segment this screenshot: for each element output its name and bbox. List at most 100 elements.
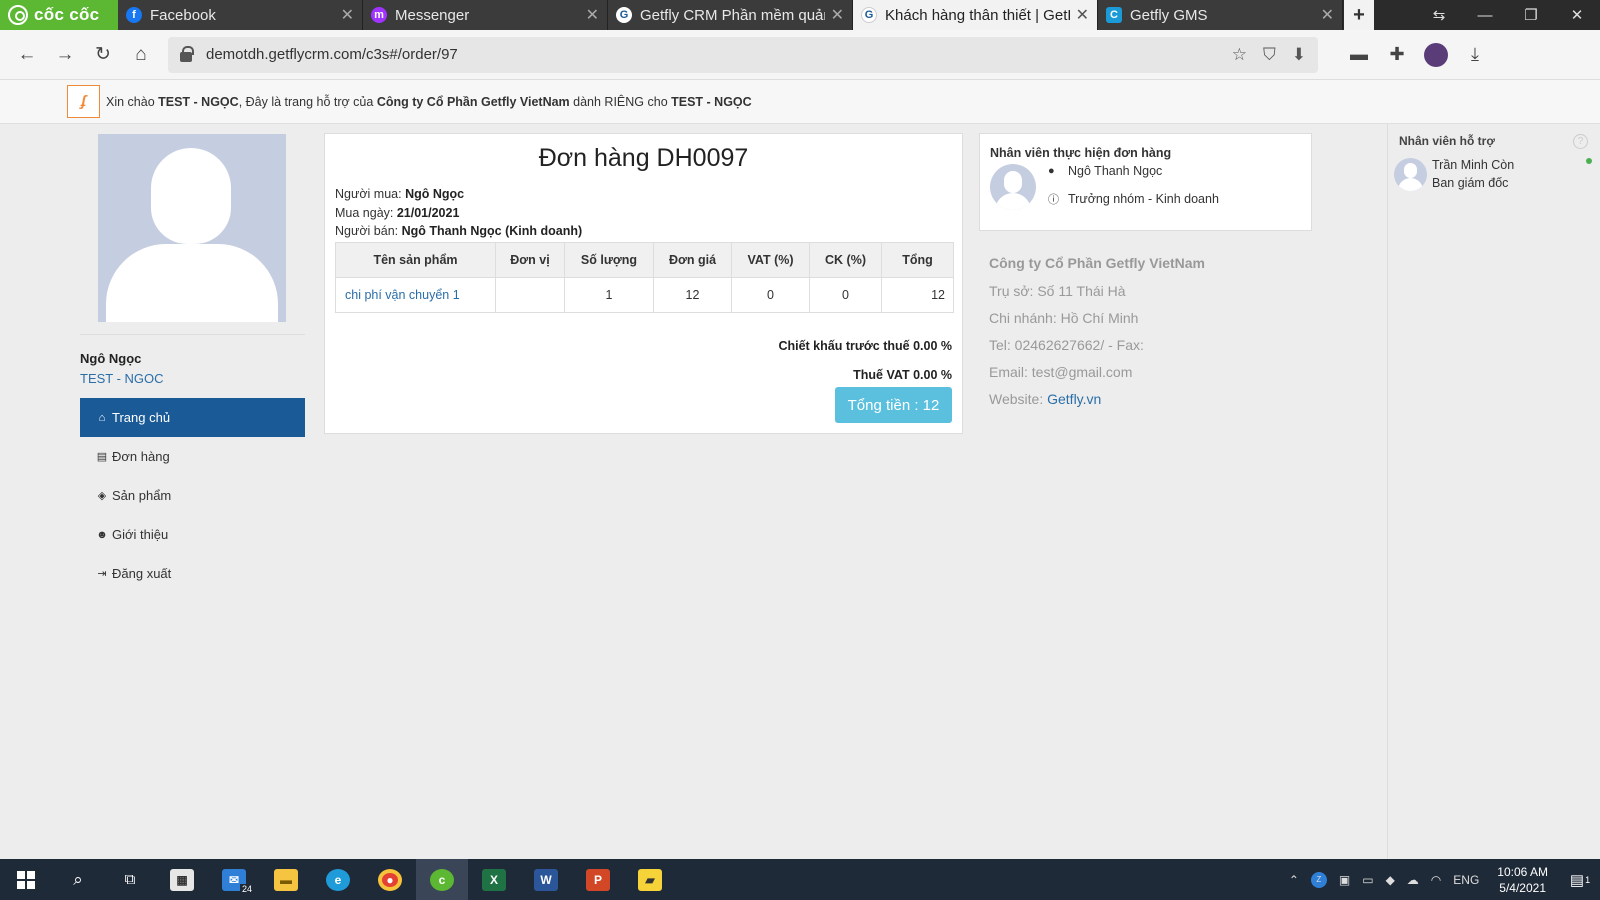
coccoc-logo-icon <box>8 5 28 25</box>
getfly-logo-icon: ʄ <box>67 85 100 118</box>
col-quantity: Số lượng <box>564 241 654 278</box>
close-icon[interactable]: ✕ <box>1076 5 1089 25</box>
chevron-up-icon[interactable]: ⌃ <box>1289 873 1299 887</box>
mail-icon[interactable]: ✉ 24 <box>208 859 260 900</box>
coccoc-taskbar-icon[interactable]: c <box>416 859 468 900</box>
tab-messenger[interactable]: m Messenger ✕ <box>363 0 608 30</box>
order-meta: Người mua: Ngô Ngọc Mua ngày: 21/01/2021… <box>335 185 952 241</box>
company-tel: Tel: 02462627662/ - Fax: <box>989 337 1144 353</box>
sticky-notes-icon[interactable]: ▰ <box>624 859 676 900</box>
order-items-table: Tên sản phẩm Đơn vị Số lượng Đơn giá VAT… <box>335 241 954 313</box>
tab-facebook[interactable]: f Facebook ✕ <box>118 0 363 30</box>
home-icon[interactable]: ⌂ <box>122 36 160 74</box>
back-icon[interactable]: ← <box>8 36 46 74</box>
staff-avatar <box>990 164 1036 210</box>
windows-taskbar: ⌕ ⧉ ▦ ✉ 24 ▬ e ● c X W P ▰ ⌃ Z ▣ ▭ ◆ ☁ ◠ … <box>0 859 1600 900</box>
vat-summary: Thuế VAT 0.00 % <box>853 367 952 382</box>
tab-getfly-gms[interactable]: C Getfly GMS ✕ <box>1098 0 1343 30</box>
word-icon[interactable]: W <box>520 859 572 900</box>
browser-tab-bar: cốc cốc f Facebook ✕ m Messenger ✕ G Get… <box>0 0 1600 30</box>
close-icon[interactable]: ✕ <box>341 5 354 25</box>
screen-icon[interactable]: ▬ <box>1340 44 1378 65</box>
support-contact[interactable]: Trần Minh Còn Ban giám đốc <box>1432 156 1514 192</box>
new-tab-button[interactable]: + <box>1344 0 1374 30</box>
download-page-icon[interactable]: ⬇ <box>1292 45 1306 65</box>
support-title: Nhân viên hỗ trợ <box>1399 134 1495 148</box>
website-link[interactable]: Getfly.vn <box>1047 391 1101 407</box>
meet-icon[interactable]: ▣ <box>1339 873 1350 887</box>
company-hq: Trụ sở: Số 11 Thái Hà <box>989 283 1126 299</box>
start-button[interactable] <box>0 859 52 900</box>
powerpoint-icon[interactable]: P <box>572 859 624 900</box>
store-icon[interactable]: ▦ <box>156 859 208 900</box>
coccoc-menu-button[interactable]: cốc cốc <box>0 0 118 30</box>
task-view-icon[interactable]: ⧉ <box>104 859 156 900</box>
discount-summary: Chiết khấu trước thuế 0.00 % <box>778 338 952 353</box>
file-explorer-icon[interactable]: ▬ <box>260 859 312 900</box>
reload-icon[interactable]: ↻ <box>84 36 122 74</box>
cell-discount: 0 <box>809 276 882 313</box>
home-icon: ⌂ <box>98 411 106 424</box>
total-amount-button[interactable]: Tổng tiền : 12 <box>835 387 952 423</box>
staff-panel-title: Nhân viên thực hiện đơn hàng <box>990 146 1172 160</box>
tab-khach-hang[interactable]: G Khách hàng thân thiết | GetFl ✕ <box>853 0 1098 30</box>
url-text: demotdh.getflycrm.com/c3s#/order/97 <box>206 46 458 63</box>
restore-icon[interactable]: ❐ <box>1508 0 1554 30</box>
info-icon: ⓘ <box>1048 194 1059 206</box>
col-discount: CK (%) <box>809 241 882 278</box>
system-tray: ⌃ Z ▣ ▭ ◆ ☁ ◠ ENG 10:06 AM 5/4/2021 ▤ 1 <box>1283 864 1600 896</box>
sidebar-item-logout[interactable]: ⇥ Đăng xuất <box>80 554 305 593</box>
support-avatar[interactable] <box>1394 158 1427 191</box>
chrome-icon[interactable]: ● <box>364 859 416 900</box>
sidebar-item-about[interactable]: ☻ Giới thiệu <box>80 515 305 554</box>
order-panel: Đơn hàng DH0097 Người mua: Ngô Ngọc Mua … <box>324 133 963 434</box>
sidebar-item-orders[interactable]: ▤ Đơn hàng <box>80 437 305 476</box>
wifi-icon[interactable]: ◠ <box>1431 873 1441 887</box>
close-icon[interactable]: ✕ <box>831 5 844 25</box>
notification-center-icon[interactable]: ▤ 1 <box>1560 871 1600 889</box>
product-name-link[interactable]: chi phí vận chuyển 1 <box>335 276 496 313</box>
extensions-icon[interactable]: ✚ <box>1378 44 1416 65</box>
col-total: Tổng <box>881 241 954 278</box>
sidebar-item-products[interactable]: ◈ Sản phẩm <box>80 476 305 515</box>
forward-icon[interactable]: → <box>46 36 84 74</box>
company-branch: Chi nhánh: Hồ Chí Minh <box>989 310 1139 326</box>
battery-icon[interactable]: ▭ <box>1362 873 1373 887</box>
profile-code: TEST - NGOC <box>80 371 164 386</box>
company-website: Website: Getfly.vn <box>989 391 1102 407</box>
tab-getfly-crm[interactable]: G Getfly CRM Phần mềm quản ✕ <box>608 0 853 30</box>
address-bar[interactable]: demotdh.getflycrm.com/c3s#/order/97 ☆ ⛉ … <box>168 36 1318 73</box>
tab-search-icon[interactable]: ⇆ <box>1416 0 1462 30</box>
close-icon[interactable]: ✕ <box>1321 5 1334 25</box>
bookmark-star-icon[interactable]: ☆ <box>1232 45 1247 65</box>
sign-out-icon: ⇥ <box>97 568 107 580</box>
sidebar-item-home[interactable]: ⌂ Trang chủ <box>80 398 305 437</box>
getfly-icon: G <box>861 7 877 23</box>
search-icon[interactable]: ⌕ <box>52 859 104 900</box>
language-indicator[interactable]: ENG <box>1453 873 1479 887</box>
profile-avatar-icon[interactable] <box>1424 42 1448 67</box>
downloads-icon[interactable]: ⤓ <box>1456 44 1494 65</box>
dropbox-icon[interactable]: ◆ <box>1386 873 1395 887</box>
cell-total: 12 <box>881 276 954 313</box>
clock[interactable]: 10:06 AM 5/4/2021 <box>1497 864 1548 896</box>
cloud-icon[interactable]: ☁ <box>1407 873 1419 887</box>
edge-icon[interactable]: e <box>312 859 364 900</box>
left-sidebar: Ngô Ngọc TEST - NGOC ⌂ Trang chủ ▤ Đơn h… <box>80 124 305 593</box>
getfly-icon: G <box>616 7 632 23</box>
date-line: Mua ngày: 21/01/2021 <box>335 205 460 220</box>
seller-line: Người bán: Ngô Thanh Ngọc (Kinh doanh) <box>335 224 583 238</box>
close-icon[interactable]: ✕ <box>586 5 599 25</box>
buyer-line: Người mua: Ngô Ngọc <box>335 187 465 201</box>
company-info: Công ty Cổ Phần Getfly VietNam Trụ sở: S… <box>989 250 1319 413</box>
online-status-dot <box>1586 158 1592 164</box>
messenger-icon: m <box>371 7 387 23</box>
gms-icon: C <box>1106 7 1122 23</box>
profile-name: Ngô Ngọc <box>80 351 142 366</box>
zalo-icon[interactable]: Z <box>1310 871 1327 888</box>
help-icon[interactable]: ? <box>1573 134 1588 149</box>
shield-icon[interactable]: ⛉ <box>1263 45 1276 65</box>
minimize-icon[interactable]: — <box>1462 0 1508 30</box>
excel-icon[interactable]: X <box>468 859 520 900</box>
close-window-icon[interactable]: ✕ <box>1554 0 1600 30</box>
